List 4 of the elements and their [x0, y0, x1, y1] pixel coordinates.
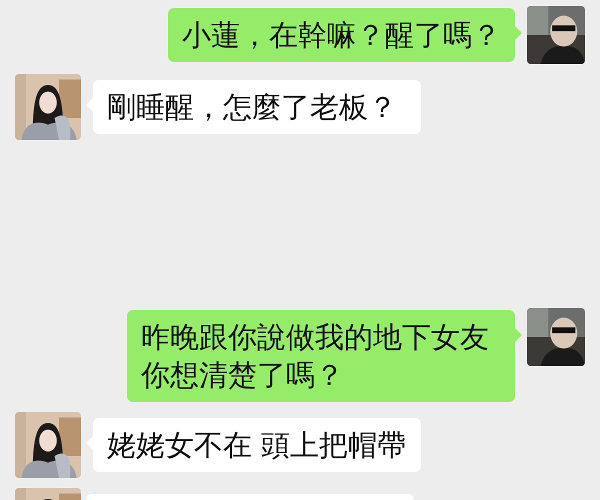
message-bubble: 姥姥女不在 頭上把帽帶	[93, 418, 421, 472]
message-bubble: 剛睡醒，怎麼了老板？	[93, 80, 421, 134]
message-bubble: 小蓮，在幹嘛？醒了嗎？	[168, 8, 515, 62]
message-bubble: 昨晚跟你說做我的地下女友你想清楚了嗎？	[127, 310, 515, 402]
